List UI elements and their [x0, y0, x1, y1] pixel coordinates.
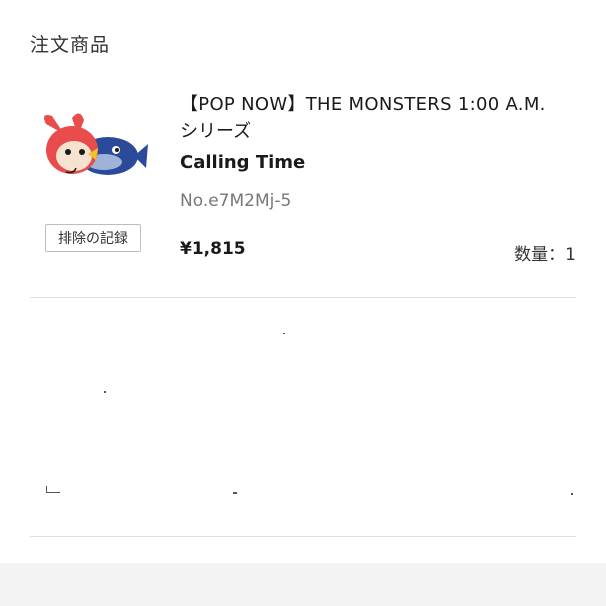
- product-sku: No.e7M2Mj-5: [180, 191, 292, 211]
- figure-thumbnail-icon: [44, 113, 148, 175]
- artifact-speck: [46, 492, 60, 493]
- next-section-band: [0, 563, 606, 606]
- artifact-speck: [283, 333, 285, 334]
- product-name-line2[interactable]: シリーズ: [180, 117, 251, 143]
- product-name-line1[interactable]: 【POP NOW】THE MONSTERS 1:00 A.M.: [180, 90, 546, 116]
- product-thumbnail[interactable]: [38, 110, 150, 186]
- order-page: 注文商品 排除の記録 【POP NOW】THE MONSTERS 1:00 A.…: [0, 0, 606, 606]
- divider: [30, 297, 576, 298]
- exclude-record-button[interactable]: 排除の記録: [45, 224, 141, 252]
- artifact-speck: [104, 391, 106, 393]
- product-price: ¥1,815: [180, 239, 246, 259]
- product-variant: Calling Time: [180, 152, 306, 173]
- section-title: 注文商品: [30, 34, 111, 56]
- artifact-speck: [233, 492, 237, 494]
- product-quantity: 数量：1: [514, 245, 576, 265]
- divider: [30, 536, 576, 537]
- artifact-speck: [571, 493, 573, 495]
